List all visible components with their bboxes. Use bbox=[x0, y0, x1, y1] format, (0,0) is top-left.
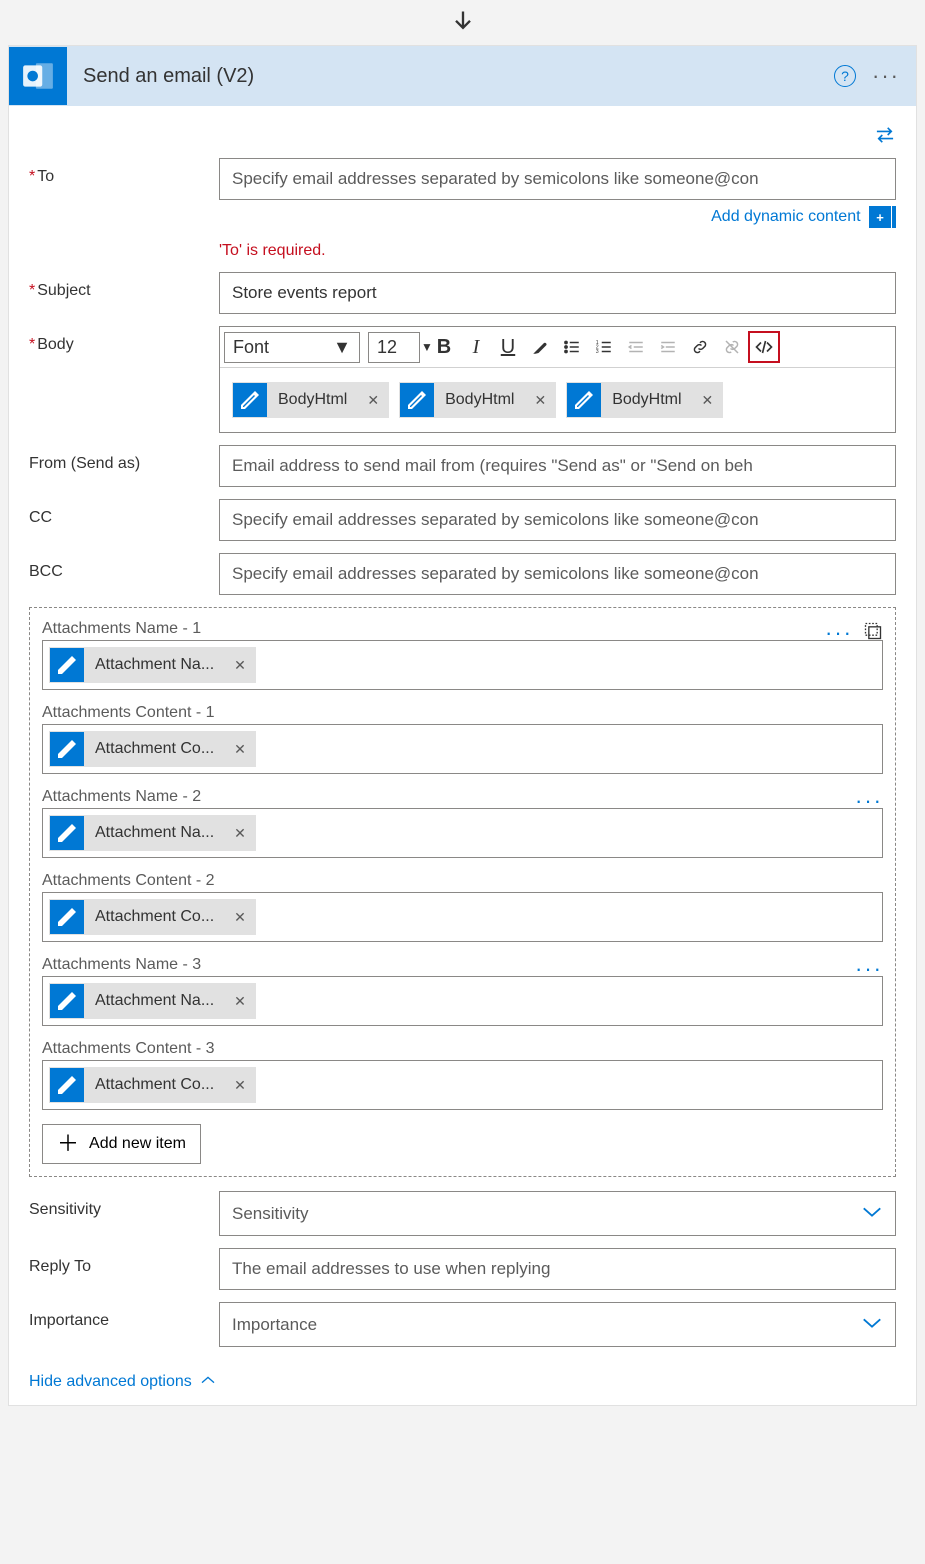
attachments-section: Attachments Name - 1 ··· Attachment Na..… bbox=[29, 607, 896, 1177]
bcc-input[interactable] bbox=[219, 553, 896, 595]
from-input[interactable] bbox=[219, 445, 896, 487]
underline-button[interactable]: U bbox=[492, 331, 524, 363]
remove-token-icon[interactable]: ✕ bbox=[524, 392, 556, 409]
header-menu-icon[interactable]: ··· bbox=[872, 63, 900, 89]
remove-token-icon[interactable]: ✕ bbox=[224, 993, 256, 1010]
svg-text:3: 3 bbox=[596, 349, 599, 355]
attachment-token[interactable]: Attachment Na... ✕ bbox=[49, 983, 256, 1019]
body-editor: Font▼ 12▼ B I U 123 bbox=[219, 326, 896, 433]
attachment-content-2-label: Attachments Content - 2 bbox=[42, 872, 883, 890]
attachment-token[interactable]: Attachment Co... ✕ bbox=[49, 731, 256, 767]
unlink-button[interactable] bbox=[716, 331, 748, 363]
bold-button[interactable]: B bbox=[428, 331, 460, 363]
to-label: *To bbox=[29, 158, 219, 186]
attachment-content-3-input[interactable]: Attachment Co... ✕ bbox=[42, 1060, 883, 1110]
outdent-button[interactable] bbox=[620, 331, 652, 363]
attachment-content-1-input[interactable]: Attachment Co... ✕ bbox=[42, 724, 883, 774]
color-button[interactable] bbox=[524, 331, 556, 363]
to-error-text: 'To' is required. bbox=[219, 242, 896, 260]
compose-icon bbox=[50, 648, 84, 682]
remove-token-icon[interactable]: ✕ bbox=[224, 657, 256, 674]
cc-label: CC bbox=[29, 499, 219, 527]
remove-token-icon[interactable]: ✕ bbox=[224, 825, 256, 842]
attachment-name-1-input[interactable]: Attachment Na... ✕ bbox=[42, 640, 883, 690]
numbered-list-button[interactable]: 123 bbox=[588, 331, 620, 363]
attachment-content-1-label: Attachments Content - 1 bbox=[42, 704, 883, 722]
action-header[interactable]: Send an email (V2) ? ··· bbox=[9, 46, 916, 106]
indent-button[interactable] bbox=[652, 331, 684, 363]
italic-button[interactable]: I bbox=[460, 331, 492, 363]
attachment-name-3-label: Attachments Name - 3 bbox=[42, 956, 883, 974]
action-card: Send an email (V2) ? ··· *To Add dynamic… bbox=[8, 45, 917, 1406]
cc-input[interactable] bbox=[219, 499, 896, 541]
compose-icon bbox=[50, 732, 84, 766]
attachment-name-3-input[interactable]: Attachment Na... ✕ bbox=[42, 976, 883, 1026]
remove-token-icon[interactable]: ✕ bbox=[224, 909, 256, 926]
attachment-token[interactable]: Attachment Na... ✕ bbox=[49, 647, 256, 683]
add-new-item-button[interactable]: ＋ Add new item bbox=[42, 1124, 201, 1164]
attachment-token[interactable]: Attachment Co... ✕ bbox=[49, 899, 256, 935]
chevron-up-icon bbox=[200, 1373, 216, 1391]
reply-to-label: Reply To bbox=[29, 1248, 219, 1276]
font-size-select[interactable]: 12▼ bbox=[368, 332, 420, 363]
attachment-token[interactable]: Attachment Co... ✕ bbox=[49, 1067, 256, 1103]
compose-icon bbox=[50, 1068, 84, 1102]
attachment-name-2-label: Attachments Name - 2 bbox=[42, 788, 883, 806]
attachment-name-2-input[interactable]: Attachment Na... ✕ bbox=[42, 808, 883, 858]
hide-advanced-options-link[interactable]: Hide advanced options bbox=[29, 1373, 216, 1391]
attachment-item-menu-icon[interactable]: ··· bbox=[855, 788, 883, 814]
bcc-label: BCC bbox=[29, 553, 219, 581]
compose-icon bbox=[50, 816, 84, 850]
to-input[interactable] bbox=[219, 158, 896, 200]
compose-icon bbox=[567, 383, 601, 417]
attachment-content-2-input[interactable]: Attachment Co... ✕ bbox=[42, 892, 883, 942]
remove-token-icon[interactable]: ✕ bbox=[224, 1077, 256, 1094]
bullet-list-button[interactable] bbox=[556, 331, 588, 363]
body-token[interactable]: BodyHtml ✕ bbox=[232, 382, 389, 418]
remove-token-icon[interactable]: ✕ bbox=[692, 392, 724, 409]
outlook-icon bbox=[9, 47, 67, 105]
link-button[interactable] bbox=[684, 331, 716, 363]
compose-icon bbox=[400, 383, 434, 417]
help-icon[interactable]: ? bbox=[834, 65, 856, 87]
add-dynamic-content-link[interactable]: Add dynamic content bbox=[711, 208, 860, 225]
importance-select[interactable]: Importance bbox=[219, 1302, 896, 1347]
attachment-content-3-label: Attachments Content - 3 bbox=[42, 1040, 883, 1058]
swap-icon[interactable] bbox=[874, 127, 896, 149]
attachment-item-menu-icon[interactable]: ··· bbox=[825, 620, 853, 646]
remove-token-icon[interactable]: ✕ bbox=[357, 392, 389, 409]
remove-token-icon[interactable]: ✕ bbox=[224, 741, 256, 758]
code-view-button[interactable] bbox=[748, 331, 780, 363]
sensitivity-select[interactable]: Sensitivity bbox=[219, 1191, 896, 1236]
attachment-name-1-label: Attachments Name - 1 bbox=[42, 620, 883, 638]
body-token[interactable]: BodyHtml ✕ bbox=[399, 382, 556, 418]
flow-arrow bbox=[8, 8, 917, 41]
plus-icon: ＋ bbox=[57, 1133, 79, 1155]
rte-toolbar: Font▼ 12▼ B I U 123 bbox=[220, 327, 895, 368]
subject-input[interactable] bbox=[219, 272, 896, 314]
importance-label: Importance bbox=[29, 1302, 219, 1330]
subject-label: *Subject bbox=[29, 272, 219, 300]
chevron-down-icon bbox=[861, 1202, 883, 1225]
action-title: Send an email (V2) bbox=[67, 65, 834, 88]
dynamic-content-icon[interactable]: + bbox=[869, 206, 891, 228]
compose-icon bbox=[233, 383, 267, 417]
compose-icon bbox=[50, 984, 84, 1018]
attachment-token[interactable]: Attachment Na... ✕ bbox=[49, 815, 256, 851]
reply-to-input[interactable] bbox=[219, 1248, 896, 1290]
body-token[interactable]: BodyHtml ✕ bbox=[566, 382, 723, 418]
body-label: *Body bbox=[29, 326, 219, 354]
from-label: From (Send as) bbox=[29, 445, 219, 473]
chevron-down-icon bbox=[861, 1313, 883, 1336]
body-content-area[interactable]: BodyHtml ✕ BodyHtml ✕ BodyHtml ✕ bbox=[220, 368, 895, 432]
font-select[interactable]: Font▼ bbox=[224, 332, 360, 363]
compose-icon bbox=[50, 900, 84, 934]
attachment-item-menu-icon[interactable]: ··· bbox=[855, 956, 883, 982]
sensitivity-label: Sensitivity bbox=[29, 1191, 219, 1219]
array-mode-icon[interactable] bbox=[863, 621, 883, 646]
